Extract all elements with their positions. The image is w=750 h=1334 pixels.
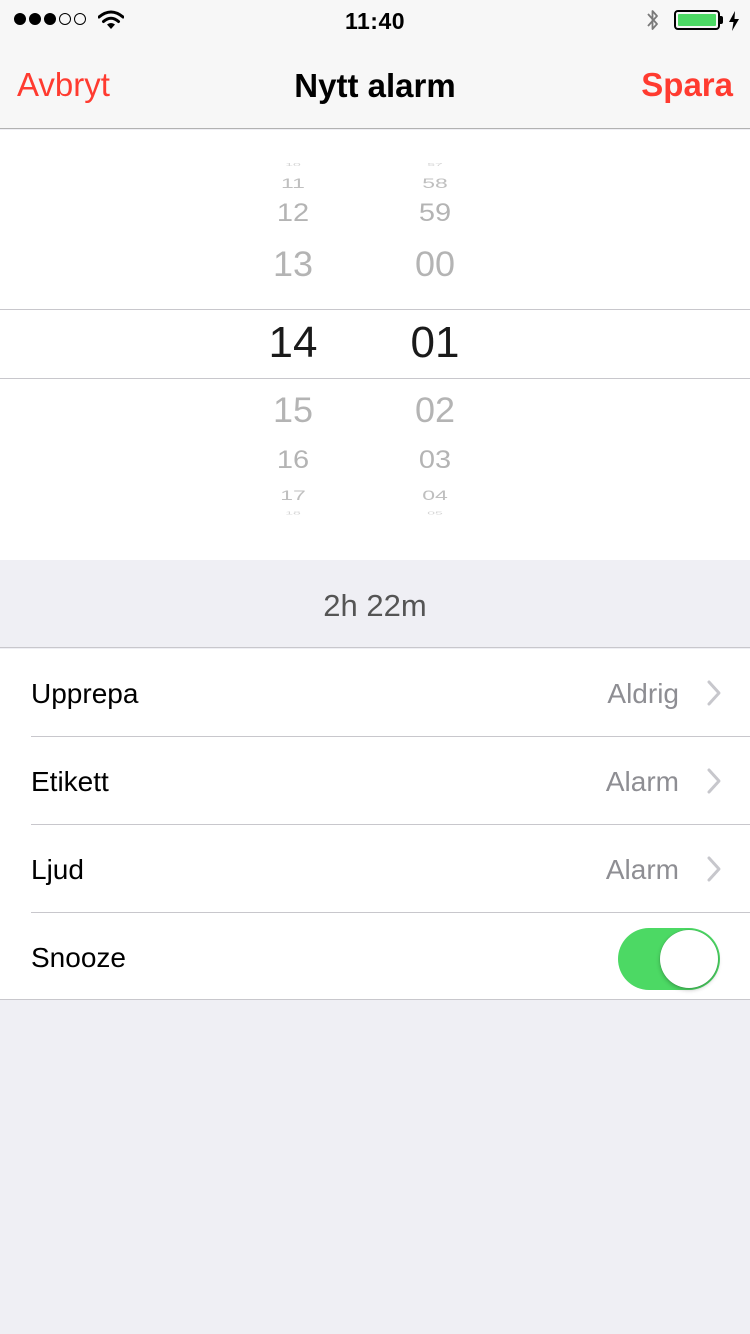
minute-option[interactable]: 02 [375,392,495,427]
hour-option[interactable]: 14 [233,321,353,365]
bluetooth-icon [647,10,658,30]
label-value: Alarm [605,766,679,797]
charging-bolt-icon [729,11,739,31]
battery-icon [674,10,720,30]
minute-option[interactable]: 05 [375,511,495,516]
snooze-row: Snooze [0,913,750,1001]
snooze-label: Snooze [31,942,126,973]
status-bar: 11:40 [0,0,750,40]
hour-option[interactable]: 16 [233,448,353,473]
hour-option[interactable]: 17 [233,488,353,502]
hour-option[interactable]: 13 [233,246,353,281]
repeat-label: Upprepa [31,678,139,709]
time-picker[interactable]: 10 11 12 13 14 15 16 17 18 57 58 59 00 0… [0,130,750,560]
navigation-bar: Avbryt Nytt alarm Spara [0,40,750,129]
minute-wheel[interactable]: 57 58 59 00 01 02 03 04 05 [375,130,495,560]
snooze-toggle[interactable] [618,928,720,990]
repeat-row[interactable]: Upprepa Aldrig [0,649,750,737]
toggle-knob[interactable] [660,930,718,988]
label-label: Etikett [31,766,109,797]
minute-option[interactable]: 01 [375,321,495,365]
status-time: 11:40 [344,8,406,34]
battery-fill [678,14,716,26]
minute-option[interactable]: 57 [375,162,495,167]
hour-option[interactable]: 12 [233,201,353,226]
sound-value: Alarm [605,854,679,885]
hour-option[interactable]: 11 [233,176,353,190]
minute-option[interactable]: 58 [375,176,495,190]
chevron-right-icon [707,856,721,882]
sound-row[interactable]: Ljud Alarm [0,825,750,913]
hour-wheel[interactable]: 10 11 12 13 14 15 16 17 18 [233,130,353,560]
save-button[interactable]: Spara [641,66,733,104]
alarm-settings-list: Upprepa Aldrig Etikett Alarm Ljud Alarm … [0,649,750,1000]
hour-option[interactable]: 18 [233,511,353,516]
battery-tip [720,16,723,24]
sound-label: Ljud [31,854,84,885]
hour-option[interactable]: 15 [233,392,353,427]
minute-option[interactable]: 03 [375,448,495,473]
minute-option[interactable]: 04 [375,488,495,502]
label-row[interactable]: Etikett Alarm [0,737,750,825]
countdown-band: 2h 22m [0,560,750,648]
new-alarm-screen: 11:40 Avbryt Nytt alarm Spara 10 11 12 1… [0,0,750,1334]
hour-option[interactable]: 10 [233,162,353,167]
repeat-value: Aldrig [607,678,679,709]
chevron-right-icon [707,680,721,706]
minute-option[interactable]: 00 [375,246,495,281]
time-until-alarm: 2h 22m [323,588,427,623]
chevron-right-icon [707,768,721,794]
minute-option[interactable]: 59 [375,201,495,226]
page-title: Nytt alarm [294,67,456,104]
